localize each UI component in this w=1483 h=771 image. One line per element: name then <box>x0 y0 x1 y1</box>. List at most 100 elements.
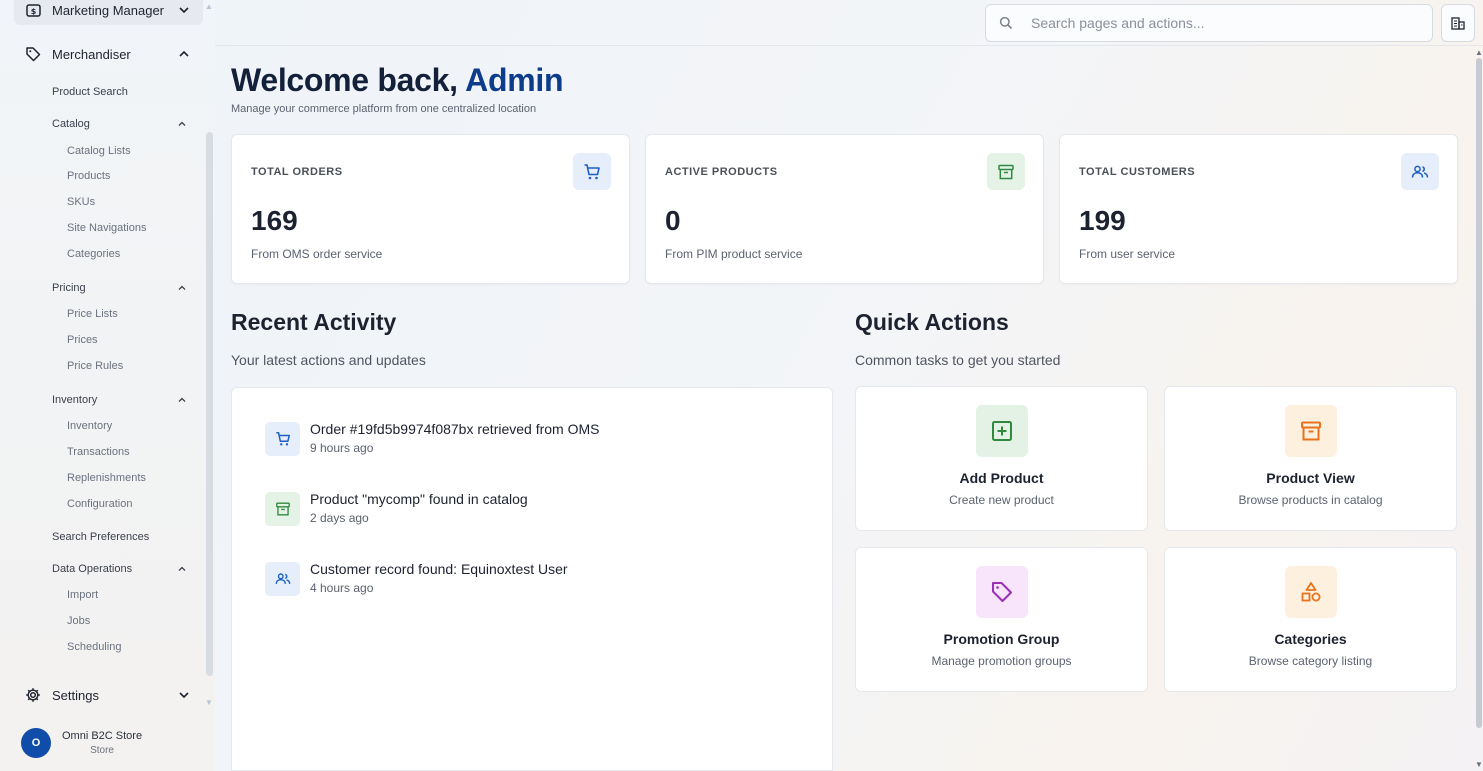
product-view-button[interactable]: Product View Browse products in catalog <box>1164 386 1457 531</box>
scroll-down-arrow-icon[interactable]: ▼ <box>205 698 213 707</box>
stat-note: From PIM product service <box>665 247 803 261</box>
sidebar-item-price-rules[interactable]: Price Rules <box>67 358 123 374</box>
tag-icon <box>976 566 1028 618</box>
stat-note: From OMS order service <box>251 247 383 261</box>
building-icon <box>1451 16 1465 30</box>
sidebar-item-skus[interactable]: SKUs <box>67 194 95 210</box>
store-role: Store <box>90 745 114 756</box>
cart-icon <box>573 153 611 190</box>
search-input[interactable] <box>1031 15 1411 31</box>
quick-actions-subtitle: Common tasks to get you started <box>855 352 1061 368</box>
store-name: Omni B2C Store <box>62 730 143 742</box>
avatar: O <box>21 728 51 758</box>
add-product-button[interactable]: Add Product Create new product <box>855 386 1148 531</box>
sidebar-item-products[interactable]: Products <box>67 168 110 184</box>
stat-card-active-products: ACTIVE PRODUCTS 0 From PIM product servi… <box>645 134 1044 284</box>
recent-activity-title: Recent Activity <box>231 309 397 335</box>
activity-time: 9 hours ago <box>310 441 374 455</box>
sidebar-item-jobs[interactable]: Jobs <box>67 613 90 629</box>
archive-icon <box>1285 405 1337 457</box>
sidebar-item-search-preferences[interactable]: Search Preferences <box>52 528 192 546</box>
page-subtitle: Manage your commerce platform from one c… <box>231 103 537 115</box>
sidebar-item-categories[interactable]: Categories <box>67 246 120 262</box>
quick-action-desc: Browse products in catalog <box>1238 493 1383 507</box>
quick-action-title: Categories <box>1274 631 1347 647</box>
store-switcher[interactable]: O Omni B2C Store Store <box>14 718 204 768</box>
stat-value: 0 <box>665 205 681 236</box>
sidebar-item-catalog-lists[interactable]: Catalog Lists <box>67 143 131 159</box>
list-item[interactable]: Product "mycomp" found in catalog 2 days… <box>265 488 805 528</box>
activity-title: Customer record found: Equinoxtest User <box>310 561 568 577</box>
recent-activity-subtitle: Your latest actions and updates <box>231 352 426 368</box>
scroll-up-arrow-icon[interactable]: ▲ <box>205 2 213 11</box>
sidebar-item-replenishments[interactable]: Replenishments <box>67 470 146 486</box>
sidebar-item-scheduling[interactable]: Scheduling <box>67 639 121 655</box>
stat-label: TOTAL CUSTOMERS <box>1079 166 1196 178</box>
list-item[interactable]: Customer record found: Equinoxtest User … <box>265 558 805 598</box>
sidebar-item-inventory[interactable]: Inventory <box>67 418 112 434</box>
sidebar-item-label: Marketing Manager <box>52 2 164 18</box>
tag-icon <box>25 46 41 62</box>
chevron-down-icon <box>179 7 189 14</box>
svg-text:$: $ <box>30 7 36 16</box>
sidebar-item-label: Search Preferences <box>52 531 150 543</box>
quick-action-title: Product View <box>1266 470 1355 486</box>
store-info: Omni B2C Store Store <box>62 730 142 756</box>
quick-action-desc: Browse category listing <box>1248 654 1373 668</box>
sidebar-item-label: Product Search <box>52 86 128 98</box>
welcome-user-name: Admin <box>465 62 564 98</box>
global-search[interactable] <box>985 4 1433 42</box>
stat-label: ACTIVE PRODUCTS <box>665 166 778 178</box>
sidebar-group-data-operations[interactable]: Data Operations <box>52 560 192 578</box>
sidebar-group-catalog[interactable]: Catalog <box>52 115 192 133</box>
stat-card-total-customers: TOTAL CUSTOMERS 199 From user service <box>1059 134 1458 284</box>
dollar-badge-icon: $ <box>25 2 41 18</box>
sidebar-item-prices[interactable]: Prices <box>67 332 98 348</box>
recent-activity-panel: Order #19fd5b9974f087bx retrieved from O… <box>231 387 833 771</box>
sidebar-scrollbar[interactable] <box>206 132 213 676</box>
header-divider <box>215 45 1483 46</box>
workspace-switch-button[interactable] <box>1441 4 1475 42</box>
sidebar-item-settings[interactable]: Settings <box>14 680 203 710</box>
list-item[interactable]: Order #19fd5b9974f087bx retrieved from O… <box>265 418 805 458</box>
stat-note: From user service <box>1079 247 1176 261</box>
shapes-icon <box>1285 566 1337 618</box>
stat-label: TOTAL ORDERS <box>251 166 343 178</box>
sidebar-item-label: Data Operations <box>52 563 133 575</box>
sidebar-item-merchandiser[interactable]: Merchandiser <box>14 39 203 69</box>
page-title: Welcome back, Admin <box>231 62 564 99</box>
sidebar-group-inventory[interactable]: Inventory <box>52 391 192 409</box>
sidebar-item-label: Merchandiser <box>52 46 131 62</box>
stat-value: 199 <box>1079 205 1126 236</box>
sidebar-group-pricing[interactable]: Pricing <box>52 279 192 297</box>
sidebar-item-import[interactable]: Import <box>67 587 98 603</box>
quick-action-title: Promotion Group <box>943 631 1060 647</box>
scroll-down-arrow-icon[interactable]: ▼ <box>1475 760 1483 769</box>
sidebar-item-configuration[interactable]: Configuration <box>67 496 132 512</box>
chevron-down-icon <box>179 692 189 699</box>
sidebar-item-transactions[interactable]: Transactions <box>67 444 130 460</box>
main-scrollbar[interactable] <box>1476 58 1482 728</box>
chevron-up-icon <box>178 397 186 402</box>
users-icon <box>1401 153 1439 190</box>
search-icon <box>999 16 1013 30</box>
sidebar-item-product-search[interactable]: Product Search <box>52 83 192 101</box>
scroll-up-arrow-icon[interactable]: ▲ <box>1475 48 1483 57</box>
chevron-up-icon <box>178 566 186 571</box>
categories-button[interactable]: Categories Browse category listing <box>1164 547 1457 692</box>
activity-time: 4 hours ago <box>310 581 374 595</box>
quick-actions-title: Quick Actions <box>855 309 1009 335</box>
promotion-group-button[interactable]: Promotion Group Manage promotion groups <box>855 547 1148 692</box>
archive-icon <box>987 153 1025 190</box>
chevron-up-icon <box>178 285 186 290</box>
quick-action-title: Add Product <box>959 470 1044 486</box>
activity-title: Product "mycomp" found in catalog <box>310 491 528 507</box>
sidebar-item-site-navigations[interactable]: Site Navigations <box>67 220 147 236</box>
sidebar-item-price-lists[interactable]: Price Lists <box>67 306 118 322</box>
stat-card-total-orders: TOTAL ORDERS 169 From OMS order service <box>231 134 630 284</box>
sidebar-item-label: Inventory <box>52 394 98 406</box>
users-icon <box>265 562 300 596</box>
sidebar: $ Marketing Manager Merchandiser Product… <box>0 0 215 771</box>
stat-value: 169 <box>251 205 298 236</box>
sidebar-item-marketing-manager[interactable]: $ Marketing Manager <box>14 0 203 25</box>
